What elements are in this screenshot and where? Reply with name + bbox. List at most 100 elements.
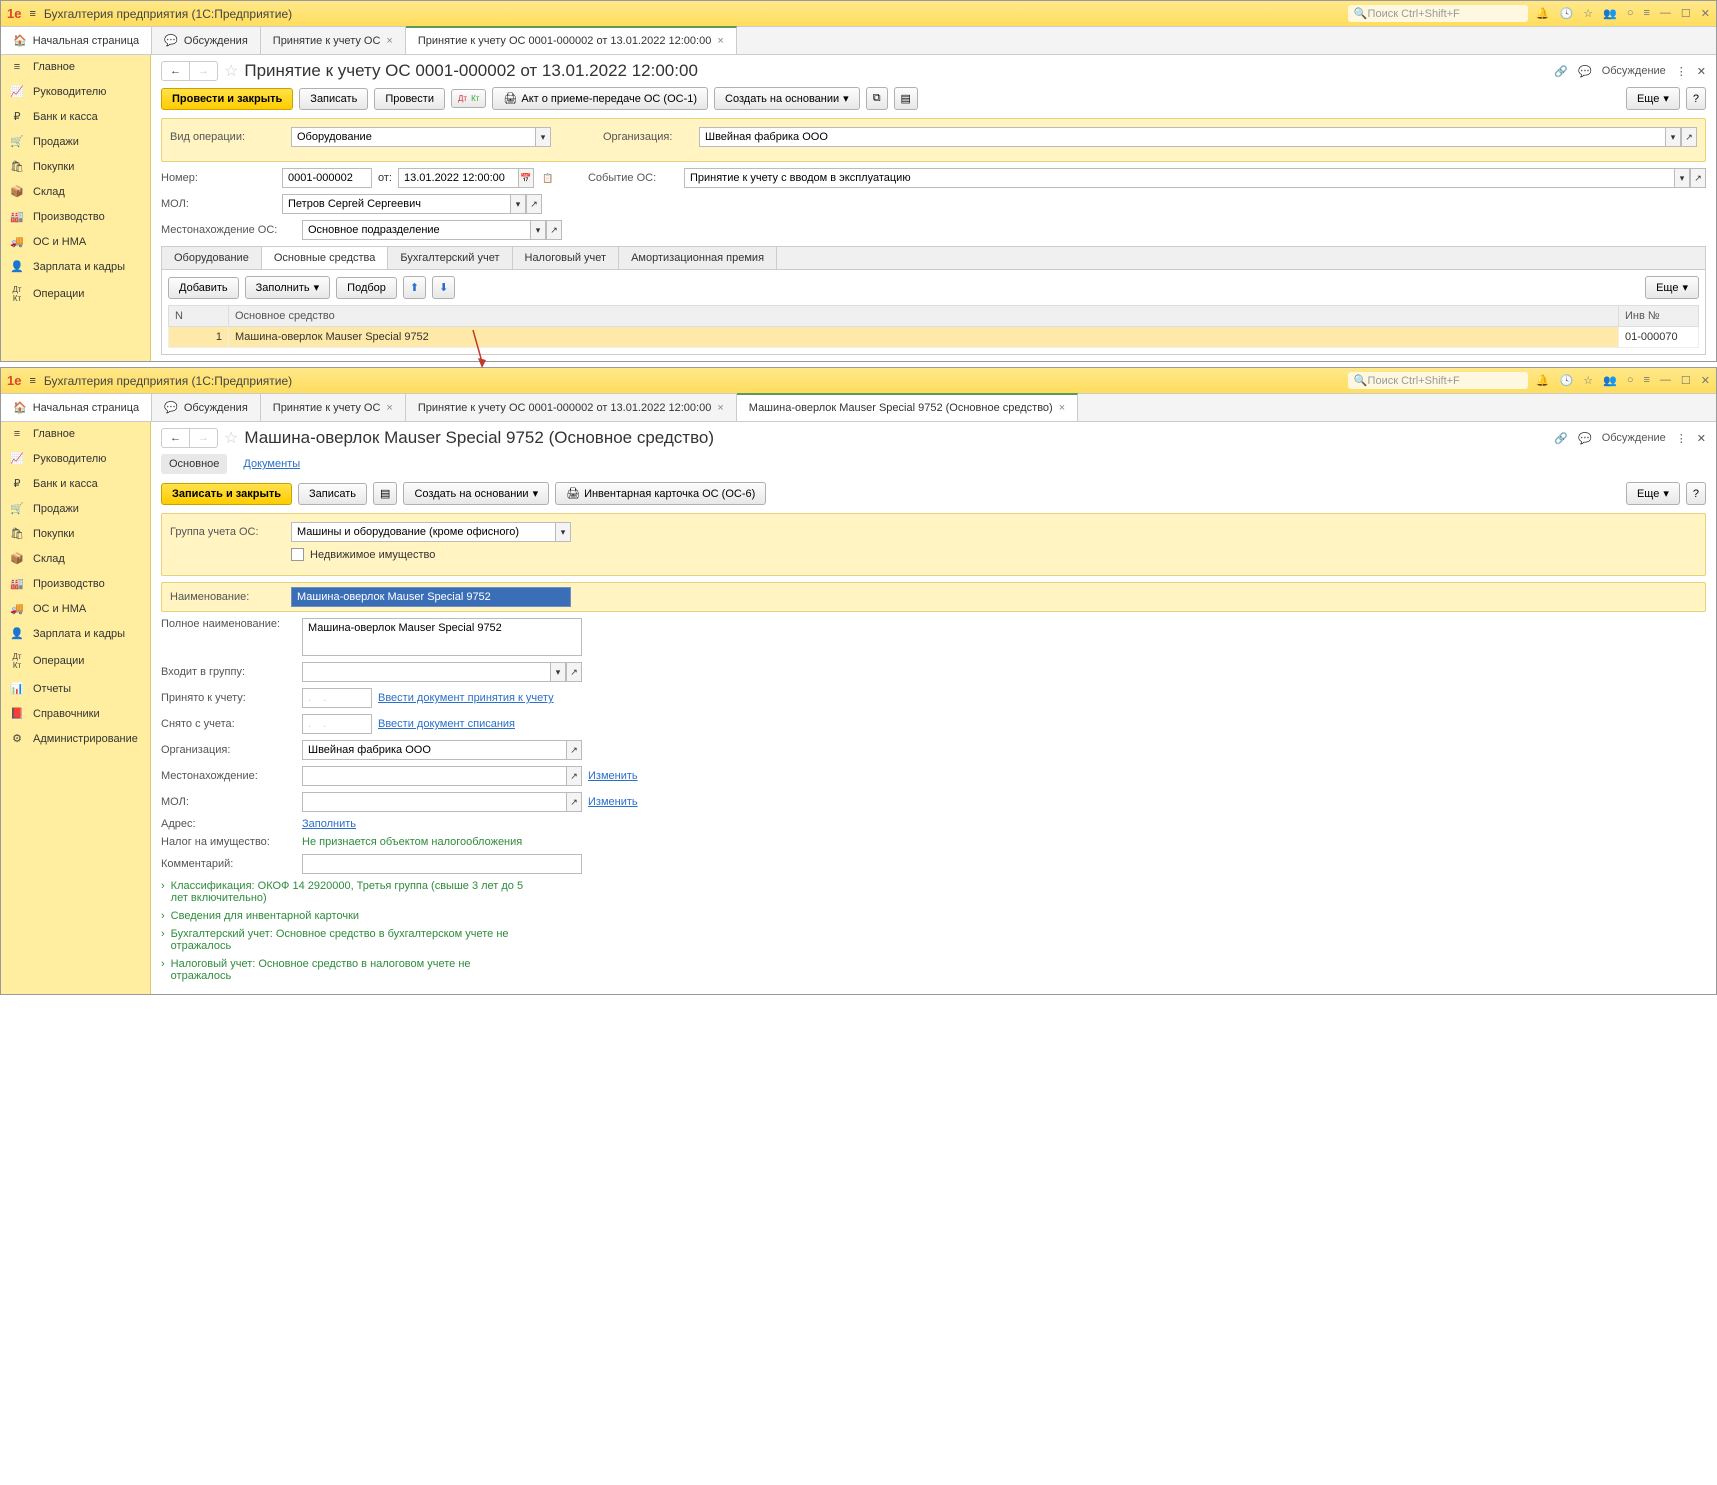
sidebar-item-production[interactable]: 🏭Производство [1,571,150,596]
dropdown-icon[interactable]: ▾ [530,220,546,240]
op-type-input[interactable] [291,127,535,147]
mol-input[interactable] [282,194,510,214]
link-button[interactable]: ⧉ [866,87,888,110]
maximize-icon[interactable]: ☐ [1681,374,1691,387]
section-docs[interactable]: Документы [241,454,302,474]
settings-icon[interactable]: ≡ [1643,7,1649,20]
open-icon[interactable]: ↗ [1681,127,1697,147]
group-input[interactable] [291,522,555,542]
link-icon[interactable]: 🔗 [1554,432,1568,445]
bell-icon[interactable]: 🔔 [1536,7,1550,20]
immovable-checkbox[interactable] [291,548,304,561]
dropdown-icon[interactable]: ▾ [535,127,551,147]
menu-icon[interactable]: ≡ [29,8,35,20]
tab-asset-card[interactable]: Машина-оверлок Mauser Special 9752 (Осно… [737,393,1078,421]
discuss-icon[interactable]: 💬 [1578,65,1592,78]
close-icon[interactable]: × [386,402,392,414]
num-input[interactable] [282,168,372,188]
card-button[interactable]: 🖨Инвентарная карточка ОС (ОС-6) [555,482,766,505]
tax-value[interactable]: Не признается объектом налогообложения [302,836,522,848]
loc-input[interactable] [302,220,530,240]
subtab-equipment[interactable]: Оборудование [162,247,262,269]
history-icon[interactable]: 🕓 [1560,374,1574,387]
sidebar-item-manager[interactable]: 📈Руководителю [1,79,150,104]
forward-button[interactable]: → [190,62,217,80]
more-button[interactable]: Еще ▾ [1626,482,1680,505]
open-icon[interactable]: ↗ [566,662,582,682]
close-icon[interactable]: ✕ [1701,374,1710,387]
chevron-right-icon[interactable]: › [161,910,165,922]
help-button[interactable]: ? [1686,87,1706,110]
sidebar-item-reports[interactable]: 📊Отчеты [1,676,150,701]
date-input[interactable] [398,168,518,188]
sidebar-item-purchases[interactable]: 🛍Покупки [1,154,150,179]
expand-accounting[interactable]: Бухгалтерский учет: Основное средство в … [171,928,531,952]
close-icon[interactable]: ✕ [1697,432,1706,445]
more-button[interactable]: Еще ▾ [1626,87,1680,110]
col-n[interactable]: N [169,306,229,327]
home-tab[interactable]: 🏠 Начальная страница [1,394,152,421]
mol-input[interactable] [302,792,566,812]
accepted-date[interactable] [302,688,372,708]
fill-addr-link[interactable]: Заполнить [302,818,356,830]
sidebar-item-payroll[interactable]: 👤Зарплата и кадры [1,254,150,279]
name-input[interactable] [291,587,571,607]
discuss-label[interactable]: Обсуждение [1602,65,1666,77]
expand-tax[interactable]: Налоговый учет: Основное средство в нало… [171,958,531,982]
calendar-icon[interactable]: 📅 [518,168,534,188]
open-icon[interactable]: ↗ [566,792,582,812]
close-icon[interactable]: ✕ [1701,7,1710,20]
open-icon[interactable]: ↗ [566,766,582,786]
link-icon[interactable]: 🔗 [1554,65,1568,78]
subtab-tax[interactable]: Налоговый учет [513,247,620,269]
dtkt-button[interactable]: ДтКт [451,89,486,108]
back-button[interactable]: ← [162,62,190,80]
maximize-icon[interactable]: ☐ [1681,7,1691,20]
bell-icon[interactable]: 🔔 [1536,374,1550,387]
in-group-input[interactable] [302,662,550,682]
sidebar-item-operations[interactable]: ДтКтОперации [1,646,150,676]
dropdown-icon[interactable]: ▾ [550,662,566,682]
save-button[interactable]: Записать [298,483,367,505]
sidebar-item-bank[interactable]: ₽Банк и касса [1,471,150,496]
change-loc-link[interactable]: Изменить [588,770,638,782]
circle-icon[interactable]: ○ [1627,374,1634,387]
favorite-icon[interactable]: ☆ [224,428,238,448]
close-icon[interactable]: × [386,35,392,47]
tab-doc-list[interactable]: Принятие к учету ОС × [261,27,406,54]
loc-input[interactable] [302,766,566,786]
discuss-label[interactable]: Обсуждение [1602,432,1666,444]
sidebar-item-assets[interactable]: 🚚ОС и НМА [1,596,150,621]
post-close-button[interactable]: Провести и закрыть [161,88,293,110]
sidebar-item-sales[interactable]: 🛒Продажи [1,496,150,521]
tab-doc[interactable]: Принятие к учету ОС 0001-000002 от 13.01… [406,394,737,421]
sidebar-item-reference[interactable]: 📕Справочники [1,701,150,726]
favorite-icon[interactable]: ☆ [224,61,238,81]
star-icon[interactable]: ☆ [1583,7,1593,20]
event-input[interactable] [684,168,1674,188]
subtab-amort[interactable]: Амортизационная премия [619,247,777,269]
close-icon[interactable]: ✕ [1697,65,1706,78]
tab-doc-list[interactable]: Принятие к учету ОС × [261,394,406,421]
expand-inventory[interactable]: Сведения для инвентарной карточки [171,910,359,922]
help-button[interactable]: ? [1686,482,1706,505]
sidebar-item-warehouse[interactable]: 📦Склад [1,179,150,204]
open-icon[interactable]: ↗ [566,740,582,760]
create-based-button[interactable]: Создать на основании ▾ [403,482,549,505]
pick-button[interactable]: Подбор [336,277,397,299]
chevron-right-icon[interactable]: › [161,928,165,940]
move-down-button[interactable]: ⬇ [432,276,455,299]
dropdown-icon[interactable]: ▾ [555,522,571,542]
org-input[interactable] [302,740,566,760]
sidebar-item-sales[interactable]: 🛒Продажи [1,129,150,154]
list-button[interactable]: ▤ [894,87,918,110]
more-icon[interactable]: ⋮ [1676,65,1687,78]
create-based-button[interactable]: Создать на основании ▾ [714,87,860,110]
section-main[interactable]: Основное [161,454,227,474]
org-input[interactable] [699,127,1665,147]
sidebar-item-warehouse[interactable]: 📦Склад [1,546,150,571]
subtab-assets[interactable]: Основные средства [262,247,389,269]
search-input[interactable]: 🔍 Поиск Ctrl+Shift+F [1348,5,1528,22]
removed-link[interactable]: Ввести документ списания [378,718,515,730]
open-icon[interactable]: ↗ [526,194,542,214]
